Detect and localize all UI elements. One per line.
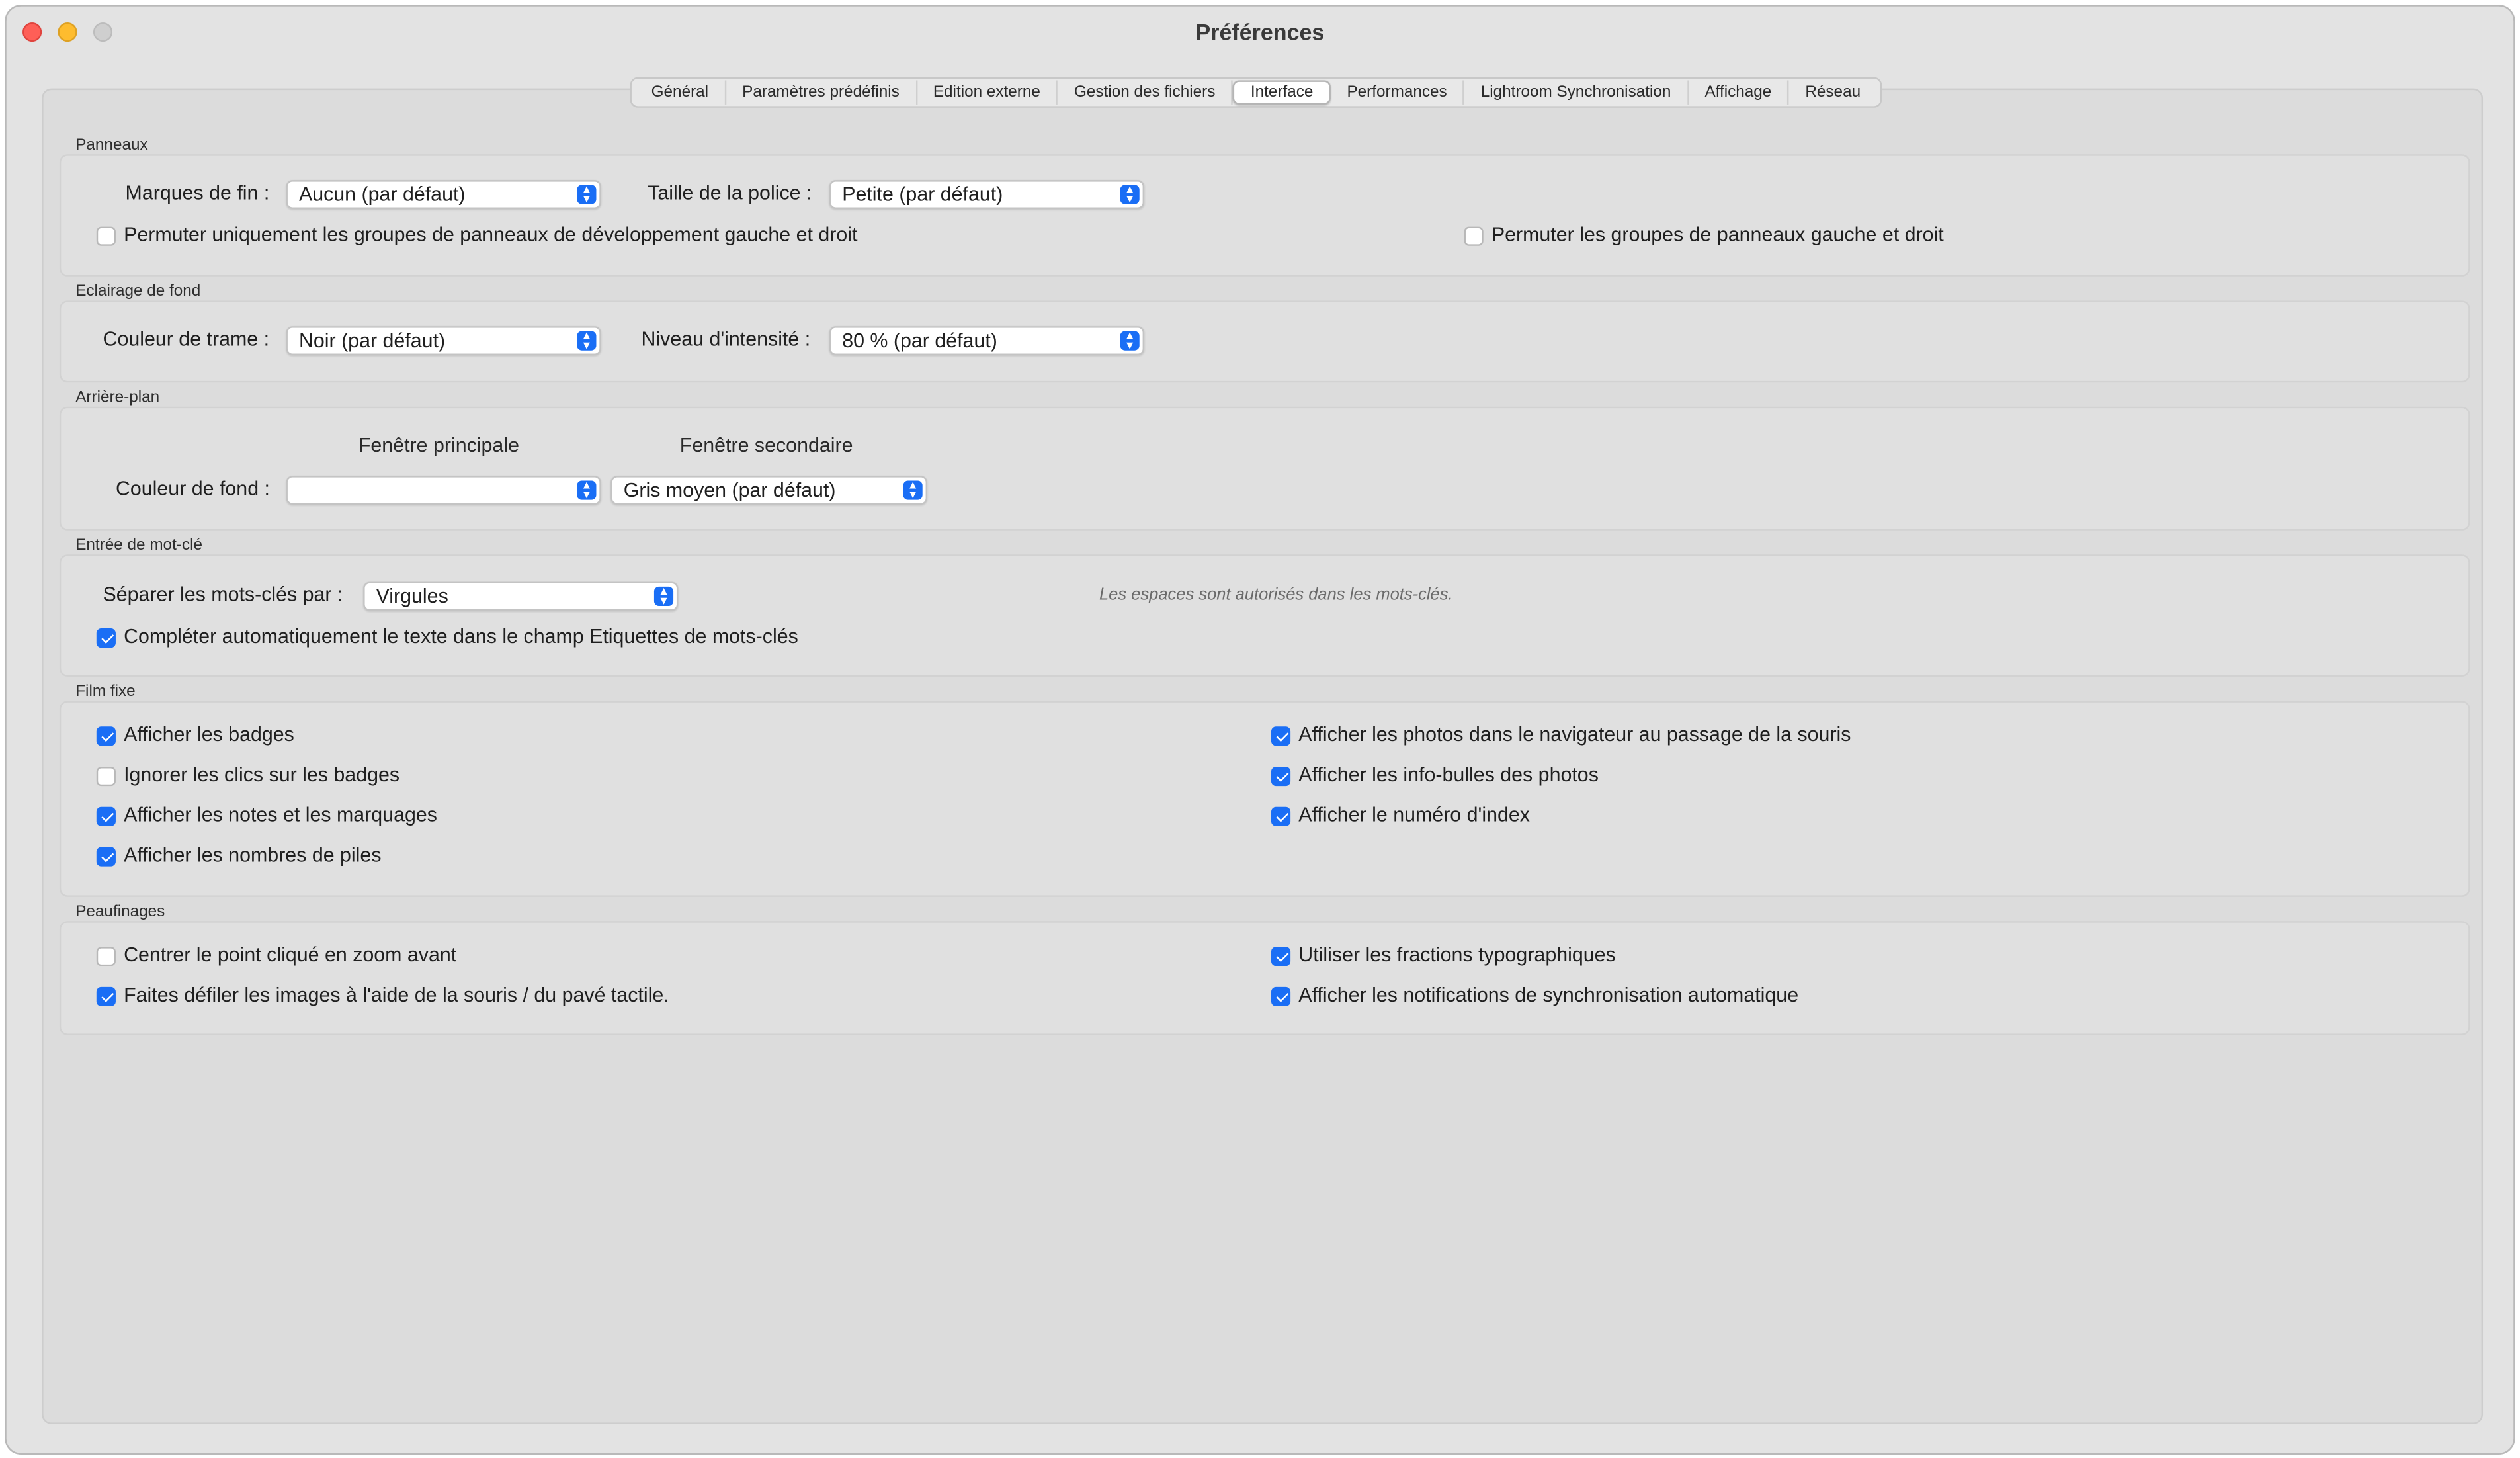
couleur-trame-select[interactable]: Noir (par défaut) ▲ ▼ [286,326,601,355]
chevron-updown-icon: ▲ ▼ [577,480,597,501]
police-label: Taille de la police : [648,181,812,204]
centrer-point-checkbox[interactable] [96,947,116,966]
completer-checkbox[interactable] [96,628,116,648]
section-title-arriere-plan: Arrière-plan [75,389,160,407]
col-secondaire-header: Fenêtre secondaire [679,434,853,457]
mot-cle-note: Les espaces sont autorisés dans les mots… [1099,585,1453,605]
afficher-piles-label: Afficher les nombres de piles [124,843,382,867]
permuter-checkbox[interactable] [1464,226,1484,246]
content-panel: Panneaux Marques de fin : Aucun (par déf… [42,88,2484,1424]
afficher-notes-checkbox[interactable] [96,806,116,826]
photos-navigateur-checkbox[interactable] [1271,726,1291,746]
police-select[interactable]: Petite (par défaut) ▲ ▼ [829,180,1145,209]
couleur-trame-label: Couleur de trame : [103,327,270,351]
tab-parametres-predefinis[interactable]: Paramètres prédéfinis [726,80,917,105]
section-title-panneaux: Panneaux [75,136,148,155]
tab-strip: Général Paramètres prédéfinis Edition ex… [7,77,2513,108]
ignorer-clics-checkbox[interactable] [96,767,116,787]
separer-select[interactable]: Virgules ▲ ▼ [363,581,679,611]
separer-value: Virgules [376,585,448,608]
notifications-sync-checkbox[interactable] [1271,986,1291,1007]
marques-select[interactable]: Aucun (par défaut) ▲ ▼ [286,180,601,209]
section-film-fixe: Afficher les badges Ignorer les clics su… [59,701,2470,897]
fractions-label: Utiliser les fractions typographiques [1298,943,1616,966]
couleur-fond-label: Couleur de fond : [115,477,270,500]
marques-label: Marques de fin : [125,181,270,204]
police-value: Petite (par défaut) [842,183,1003,206]
info-bulles-label: Afficher les info-bulles des photos [1298,763,1599,787]
niveau-value: 80 % (par défaut) [842,329,997,353]
centrer-point-label: Centrer le point cliqué en zoom avant [124,943,457,966]
section-eclairage: Couleur de trame : Noir (par défaut) ▲ ▼ … [59,300,2470,383]
afficher-badges-checkbox[interactable] [96,726,116,746]
chevron-updown-icon: ▲ ▼ [577,331,597,351]
tab-reseau[interactable]: Réseau [1789,80,1876,104]
afficher-piles-checkbox[interactable] [96,847,116,867]
section-title-peaufinages: Peaufinages [75,903,165,922]
fond-principale-select[interactable]: ▲ ▼ [286,476,601,505]
ignorer-clics-label: Ignorer les clics sur les badges [124,763,400,787]
numero-index-label: Afficher le numéro d'index [1298,803,1530,826]
afficher-badges-label: Afficher les badges [124,723,294,746]
tab-edition-externe[interactable]: Edition externe [917,80,1058,105]
chevron-updown-icon: ▲ ▼ [1120,331,1140,351]
section-mot-cle: Séparer les mots-clés par : Virgules ▲ ▼ … [59,554,2470,677]
chevron-updown-icon: ▲ ▼ [577,185,597,205]
couleur-trame-value: Noir (par défaut) [298,329,446,353]
marques-value: Aucun (par défaut) [298,183,466,206]
info-bulles-checkbox[interactable] [1271,767,1291,787]
permuter-label: Permuter les groupes de panneaux gauche … [1491,223,1944,246]
photos-navigateur-label: Afficher les photos dans le navigateur a… [1298,723,1851,746]
section-panneaux: Marques de fin : Aucun (par défaut) ▲ ▼ T… [59,154,2470,277]
fond-secondaire-select[interactable]: Gris moyen (par défaut) ▲ ▼ [610,476,927,505]
col-principale-header: Fenêtre principale [358,434,519,457]
tab-bar: Général Paramètres prédéfinis Edition ex… [630,77,1882,108]
completer-label: Compléter automatiquement le texte dans … [124,625,798,648]
tab-interface[interactable]: Interface [1233,80,1331,105]
tab-gestion-fichiers[interactable]: Gestion des fichiers [1058,80,1234,105]
tab-performances[interactable]: Performances [1331,80,1465,105]
section-peaufinages: Centrer le point cliqué en zoom avant Fa… [59,921,2470,1035]
tab-lightroom-sync[interactable]: Lightroom Synchronisation [1464,80,1689,105]
window-title: Préférences [1195,19,1325,46]
afficher-notes-label: Afficher les notes et les marquages [124,803,437,826]
permuter-dev-checkbox[interactable] [96,226,116,246]
chevron-updown-icon: ▲ ▼ [1120,185,1140,205]
tab-affichage[interactable]: Affichage [1689,80,1790,105]
chevron-updown-icon: ▲ ▼ [653,586,674,607]
niveau-select[interactable]: 80 % (par défaut) ▲ ▼ [829,326,1145,355]
separer-label: Séparer les mots-clés par : [103,583,343,607]
chevron-updown-icon: ▲ ▼ [903,480,923,501]
permuter-dev-label: Permuter uniquement les groupes de panne… [124,223,858,246]
notifications-sync-label: Afficher les notifications de synchronis… [1298,984,1799,1007]
niveau-label: Niveau d'intensité : [641,327,811,351]
numero-index-checkbox[interactable] [1271,806,1291,826]
section-title-film-fixe: Film fixe [75,683,136,701]
title-bar: Préférences [7,7,2513,62]
preferences-window: Préférences Panneaux Marques de fin : Au… [5,5,2515,1455]
section-title-mot-cle: Entrée de mot-clé [75,536,203,555]
fractions-checkbox[interactable] [1271,947,1291,966]
defiler-images-label: Faites défiler les images à l'aide de la… [124,984,669,1007]
defiler-images-checkbox[interactable] [96,986,116,1007]
tab-general[interactable]: Général [635,80,726,105]
section-title-eclairage: Eclairage de fond [75,282,201,301]
fond-secondaire-value: Gris moyen (par défaut) [623,479,836,502]
section-arriere-plan: Fenêtre principale Fenêtre secondaire Co… [59,406,2470,531]
